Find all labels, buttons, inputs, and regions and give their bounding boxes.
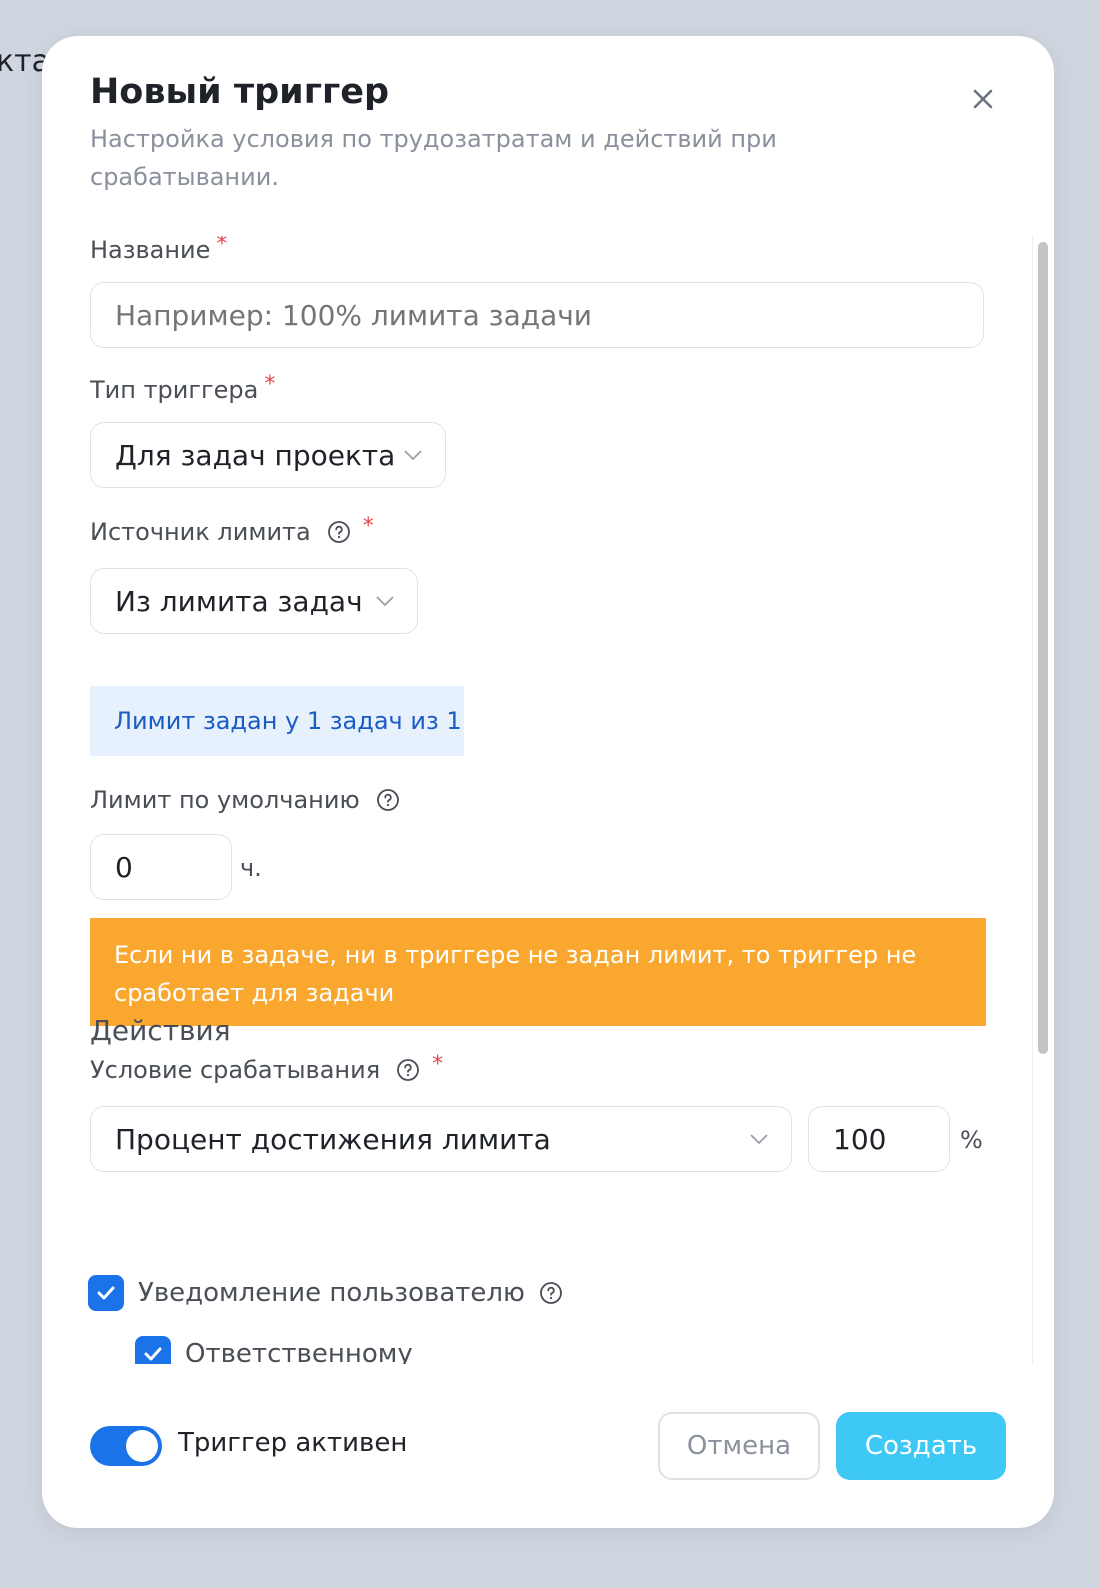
limit-source-label: Источник лимита * xyxy=(90,514,374,547)
limit-source-select[interactable]: Из лимита задач xyxy=(90,568,418,634)
required-mark: * xyxy=(216,236,228,257)
chevron-down-icon xyxy=(375,595,395,607)
cancel-button[interactable]: Отмена xyxy=(658,1412,820,1480)
create-button[interactable]: Создать xyxy=(836,1412,1006,1480)
notify-user-checkbox[interactable] xyxy=(88,1275,124,1311)
actions-title: Действия xyxy=(90,1014,231,1047)
trigger-type-label: Тип триггера * xyxy=(90,372,275,405)
condition-select[interactable]: Процент достижения лимита xyxy=(90,1106,792,1172)
close-button[interactable] xyxy=(966,82,1000,116)
responsible-checkbox[interactable] xyxy=(135,1336,171,1364)
scrollbar-thumb[interactable] xyxy=(1038,242,1048,1054)
percent-unit: % xyxy=(960,1126,983,1154)
modal-title: Новый триггер xyxy=(90,72,390,112)
default-limit-label: Лимит по умолчанию xyxy=(90,786,400,814)
responsible-checkbox-row[interactable]: Ответственному xyxy=(135,1336,413,1364)
check-icon xyxy=(144,1347,162,1361)
condition-value: Процент достижения лимита xyxy=(115,1122,551,1156)
limit-source-label-text: Источник лимита xyxy=(90,518,311,546)
notify-user-label: Уведомление пользователю xyxy=(138,1278,525,1308)
default-limit-value: 0 xyxy=(115,850,133,884)
condition-label: Условие срабатывания * xyxy=(90,1052,443,1085)
check-icon xyxy=(97,1286,115,1300)
new-trigger-modal: Новый триггер Настройка условия по трудо… xyxy=(42,36,1054,1528)
name-label-text: Название xyxy=(90,236,211,264)
chevron-down-icon xyxy=(403,449,423,461)
name-label: Название * xyxy=(90,236,227,264)
modal-subtitle: Настройка условия по трудозатратам и дей… xyxy=(90,125,777,191)
notify-user-checkbox-row[interactable]: Уведомление пользователю xyxy=(88,1275,563,1311)
form-scroll-area[interactable]: Название * Тип триггера * Для задач прое… xyxy=(42,236,1054,1364)
trigger-type-label-text: Тип триггера xyxy=(90,376,259,404)
required-mark: * xyxy=(432,1051,444,1077)
warning-banner: Если ни в задаче, ни в триггере не задан… xyxy=(90,918,986,1026)
condition-label-text: Условие срабатывания xyxy=(90,1056,381,1084)
chevron-down-icon xyxy=(749,1133,769,1145)
close-icon xyxy=(973,89,993,109)
required-mark: * xyxy=(264,371,276,397)
hours-unit: ч. xyxy=(240,854,262,882)
trigger-type-select[interactable]: Для задач проекта xyxy=(90,422,446,488)
limit-info-banner: Лимит задан у 1 задач из 1 xyxy=(90,686,464,756)
default-limit-input[interactable]: 0 xyxy=(90,834,232,900)
toggle-knob xyxy=(126,1430,158,1462)
name-input[interactable] xyxy=(90,282,984,348)
help-icon[interactable] xyxy=(327,520,351,544)
limit-source-value: Из лимита задач xyxy=(115,584,363,618)
help-icon[interactable] xyxy=(396,1058,420,1082)
condition-percent-value: 100 xyxy=(833,1122,887,1156)
help-icon[interactable] xyxy=(376,788,400,812)
trigger-active-label: Триггер активен xyxy=(178,1428,408,1458)
modal-footer: Триггер активен Отмена Создать xyxy=(42,1364,1054,1528)
help-icon[interactable] xyxy=(539,1281,563,1305)
default-limit-label-text: Лимит по умолчанию xyxy=(90,786,360,814)
condition-percent-input[interactable]: 100 xyxy=(808,1106,950,1172)
required-mark: * xyxy=(362,513,374,539)
responsible-label: Ответственному xyxy=(185,1339,413,1364)
trigger-type-value: Для задач проекта xyxy=(115,438,396,472)
trigger-active-toggle[interactable] xyxy=(90,1426,162,1466)
